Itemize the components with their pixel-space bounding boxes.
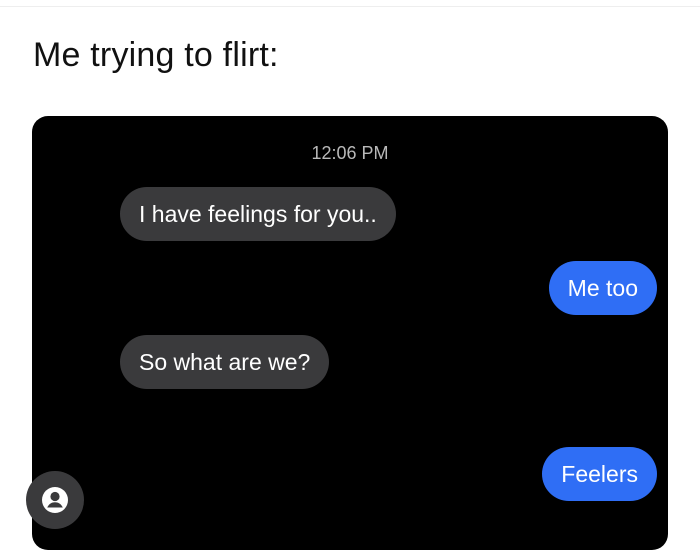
message-bubble-received: I have feelings for you.. <box>120 187 396 241</box>
message-bubble-sent: Feelers <box>542 447 657 501</box>
chat-screenshot: 12:06 PM I have feelings for you.. Me to… <box>32 116 668 550</box>
post-caption: Me trying to flirt: <box>33 36 279 74</box>
message-bubble-sent: Me too <box>548 261 657 315</box>
profile-button[interactable] <box>26 471 84 529</box>
top-divider <box>0 6 700 7</box>
user-icon <box>42 487 68 513</box>
message-timestamp: 12:06 PM <box>311 143 389 163</box>
message-bubble-received: So what are we? <box>120 335 330 389</box>
